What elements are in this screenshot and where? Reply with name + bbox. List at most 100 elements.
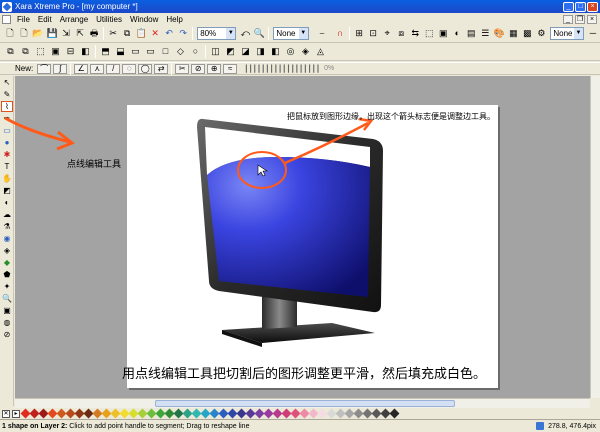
add-icon[interactable]: ◨ — [254, 45, 267, 58]
line-style-icon[interactable]: ─ — [587, 27, 599, 40]
reverse-path-button[interactable]: ⇄ — [154, 63, 169, 74]
arrange-icon[interactable]: ⧈ — [395, 27, 407, 40]
transparency-icon[interactable]: ◐ — [451, 27, 463, 40]
new-curve-button[interactable]: ∫ — [53, 63, 68, 74]
no-color-icon[interactable]: ✕ — [2, 409, 10, 418]
vertical-scrollbar[interactable] — [590, 76, 600, 398]
make-line-button[interactable]: / — [106, 63, 121, 74]
palette-swatch[interactable] — [389, 408, 400, 419]
chevron-down-icon[interactable]: ▼ — [226, 28, 236, 39]
magnet-icon[interactable]: ∩ — [334, 27, 346, 40]
menu-file[interactable]: File — [13, 15, 34, 24]
new-line-button[interactable]: ⌒ — [37, 63, 52, 74]
shape-diamond-icon[interactable]: ◇ — [174, 45, 187, 58]
group-objects-icon[interactable]: ▣ — [49, 45, 62, 58]
contour-tool-icon[interactable]: ◉ — [1, 233, 13, 244]
ungroup-icon[interactable]: ⊟ — [64, 45, 77, 58]
shadow-tool-icon[interactable]: ☁ — [1, 209, 13, 220]
new-template-icon[interactable]: 🗋 — [18, 27, 30, 40]
combine-icon[interactable]: ◧ — [79, 45, 92, 58]
send-back-icon[interactable]: ⬓ — [114, 45, 127, 58]
shadow-icon[interactable]: ▤ — [465, 27, 477, 40]
line-width-icon[interactable]: ⎯ — [312, 27, 332, 40]
doc-close-button[interactable]: × — [587, 14, 597, 24]
bitmap-icon[interactable]: ▦ — [507, 27, 519, 40]
bring-front-icon[interactable]: ⬒ — [99, 45, 112, 58]
contour-icon[interactable]: ◎ — [284, 45, 297, 58]
cut-icon[interactable]: ✂ — [107, 27, 119, 40]
copy-icon[interactable]: ⧉ — [121, 27, 133, 40]
undo-icon[interactable]: ↶ — [163, 27, 175, 40]
push-tool-icon[interactable]: ✋ — [1, 173, 13, 184]
paste-icon[interactable]: 📋 — [135, 27, 147, 40]
align-icon[interactable]: ⊞ — [353, 27, 365, 40]
extrude-tool-icon[interactable]: ⬟ — [1, 269, 13, 280]
duplicate-icon[interactable]: ⧉ — [4, 45, 17, 58]
menu-utilities[interactable]: Utilities — [92, 15, 126, 24]
redo-icon[interactable]: ↷ — [177, 27, 189, 40]
delete-node-button[interactable]: ⊘ — [191, 63, 206, 74]
break-node-button[interactable]: ✂ — [175, 63, 190, 74]
photo-tool-icon[interactable]: ▣ — [1, 305, 13, 316]
forward-icon[interactable]: ▭ — [129, 45, 142, 58]
blend-tool-icon[interactable]: ⚗ — [1, 221, 13, 232]
slice-icon[interactable]: ◩ — [224, 45, 237, 58]
document-page[interactable] — [127, 105, 498, 388]
menu-help[interactable]: Help — [162, 15, 186, 24]
menu-edit[interactable]: Edit — [34, 15, 56, 24]
chevron-down-icon[interactable]: ▼ — [298, 28, 308, 39]
shape-circle-icon[interactable]: ○ — [189, 45, 202, 58]
options-icon[interactable]: ⚙ — [535, 27, 547, 40]
fill-icon[interactable]: ▣ — [437, 27, 449, 40]
bevel-icon[interactable]: ◈ — [299, 45, 312, 58]
mould-icon[interactable]: ◬ — [314, 45, 327, 58]
close-path-button[interactable]: ◯ — [138, 63, 153, 74]
slice-tool-icon[interactable]: ⊘ — [1, 329, 13, 340]
horizontal-scroll-thumb[interactable] — [155, 400, 455, 407]
smoothing-slider[interactable]: ┃┃┃┃┃┃┃┃┃┃┃┃┃┃┃┃┃┃ — [244, 65, 320, 73]
fill-combo[interactable]: None ▼ — [273, 27, 309, 40]
maximize-button[interactable]: □ — [575, 1, 586, 12]
print-icon[interactable]: 🖶 — [88, 27, 100, 40]
group-icon[interactable]: ⊡ — [367, 27, 379, 40]
gallery-icon[interactable]: ▩ — [521, 27, 533, 40]
new-document-icon[interactable]: 🗋 — [4, 27, 16, 40]
live-effects-tool-icon[interactable]: ✦ — [1, 281, 13, 292]
close-button[interactable]: × — [587, 1, 598, 12]
line-combo[interactable]: None ▼ — [550, 27, 584, 40]
bevel-tool-icon[interactable]: ◈ — [1, 245, 13, 256]
web-tool-icon[interactable]: ◍ — [1, 317, 13, 328]
cusp-node-button[interactable]: ⋏ — [90, 63, 105, 74]
freehand-tool-icon[interactable]: ✎ — [1, 89, 13, 100]
doc-restore-button[interactable]: ❐ — [575, 14, 585, 24]
backward-icon[interactable]: ▭ — [144, 45, 157, 58]
palette-menu-icon[interactable]: ▸ — [12, 409, 20, 418]
horizontal-scrollbar[interactable] — [15, 398, 590, 408]
zoom-icon[interactable]: 🔍 — [253, 27, 265, 40]
colors-icon[interactable]: 🎨 — [493, 27, 505, 40]
save-icon[interactable]: 💾 — [46, 27, 58, 40]
transparency-tool-icon[interactable]: ◐ — [1, 197, 13, 208]
chevron-down-icon[interactable]: ▼ — [573, 28, 583, 39]
open-folder-icon[interactable]: 📂 — [32, 27, 44, 40]
smooth-line-button[interactable]: ≈ — [223, 63, 238, 74]
intersect-icon[interactable]: ◫ — [209, 45, 222, 58]
join-icon[interactable]: ◪ — [239, 45, 252, 58]
export-icon[interactable]: ⇱ — [74, 27, 86, 40]
zoom-tool-icon[interactable]: 🔍 — [1, 293, 13, 304]
selector-tool-icon[interactable]: ↖ — [1, 77, 13, 88]
shape-square-icon[interactable]: □ — [159, 45, 172, 58]
flip-icon[interactable]: ⇆ — [409, 27, 421, 40]
delete-icon[interactable]: ✕ — [149, 27, 161, 40]
clone-icon[interactable]: ⧉ — [19, 45, 32, 58]
menu-window[interactable]: Window — [126, 15, 162, 24]
doc-minimize-button[interactable]: _ — [563, 14, 573, 24]
minimize-button[interactable]: _ — [563, 1, 574, 12]
transform-icon[interactable]: ⬚ — [423, 27, 435, 40]
layers-icon[interactable]: ☰ — [479, 27, 491, 40]
subtract-icon[interactable]: ◧ — [269, 45, 282, 58]
text-tool-icon[interactable]: T — [1, 161, 13, 172]
import-icon[interactable]: ⇲ — [60, 27, 72, 40]
zoom-combo[interactable]: 80% ▼ — [197, 27, 237, 40]
make-curve-button[interactable]: ◌ — [122, 63, 137, 74]
